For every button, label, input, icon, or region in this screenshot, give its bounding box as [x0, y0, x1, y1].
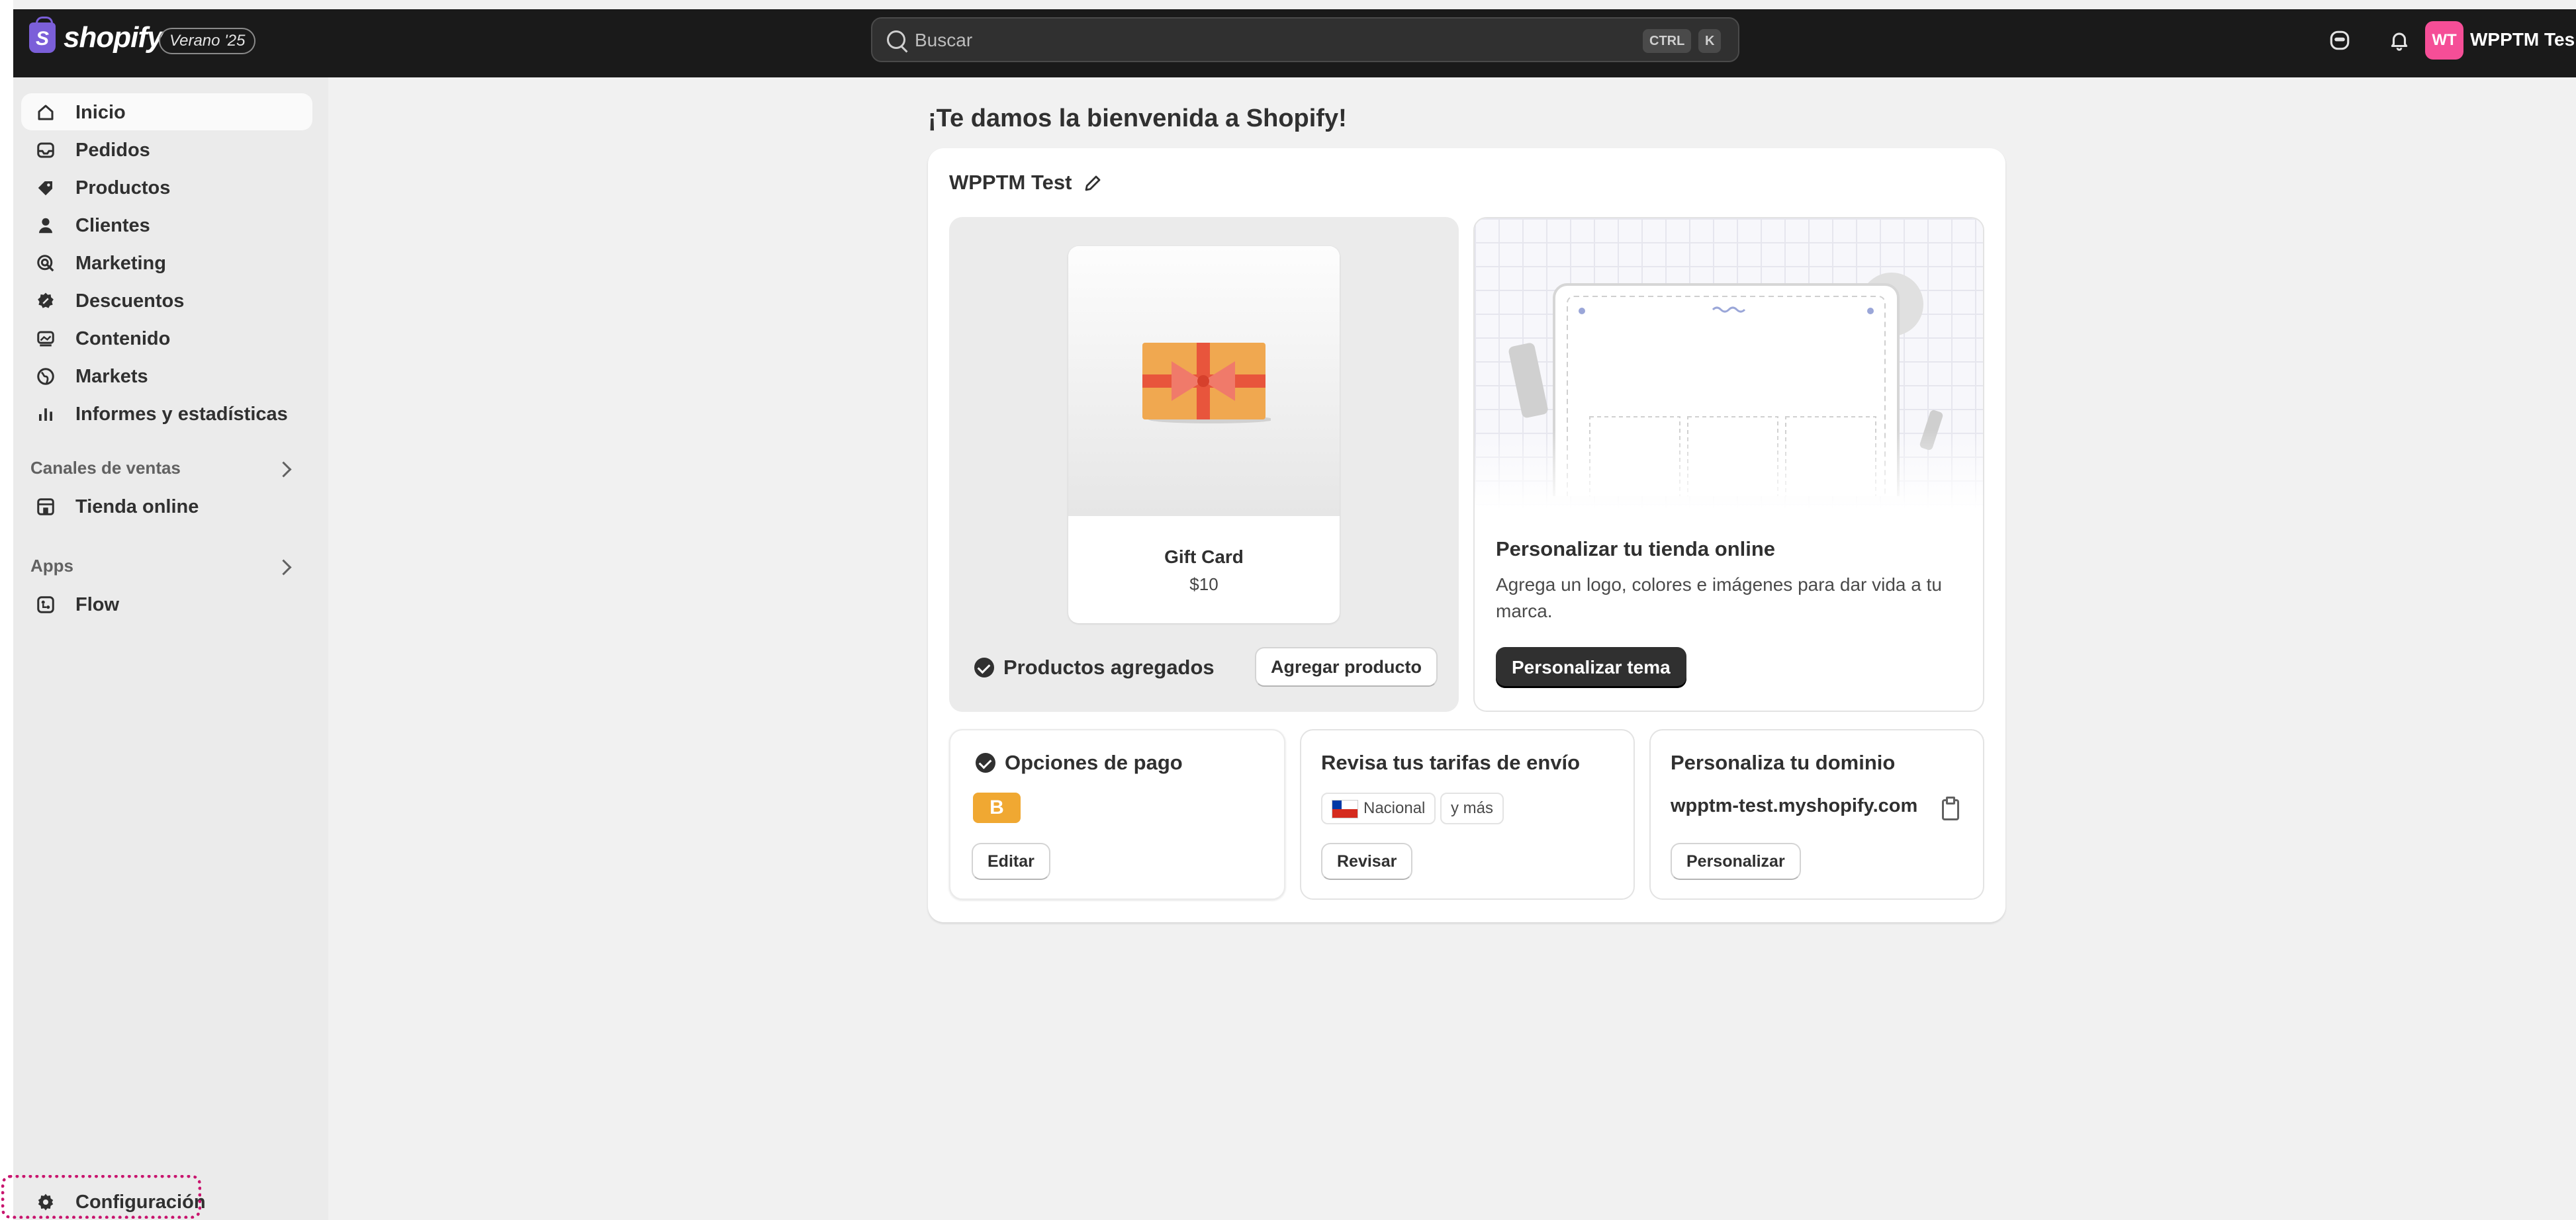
- notifications-bell-icon[interactable]: [2388, 29, 2411, 52]
- domain-value: wpptm-test.myshopify.com: [1671, 795, 1918, 816]
- page-title: ¡Te damos la bienvenida a Shopify!: [928, 105, 1347, 132]
- sidebar-item-contenido[interactable]: Contenido: [21, 320, 312, 357]
- theme-illustration: [1475, 218, 1983, 509]
- sales-channels-heading[interactable]: Canales de ventas: [30, 458, 181, 478]
- edit-payment-button[interactable]: Editar: [972, 843, 1050, 880]
- shortcut-ctrl-key: CTRL: [1643, 29, 1692, 53]
- chile-flag-icon: [1332, 799, 1358, 818]
- store-icon: [37, 498, 54, 515]
- top-bar: S shopify Verano '25 CTRL K WT WPPTM Tes: [13, 9, 2576, 77]
- focus-highlight: [1, 1175, 201, 1219]
- sidebar-item-clientes[interactable]: Clientes: [21, 206, 312, 243]
- sidebar-item-label: Descuentos: [75, 290, 185, 312]
- sidebar-item-label: Clientes: [75, 215, 150, 236]
- store-title: WPPTM Test: [949, 171, 1072, 194]
- window-edge: [0, 0, 13, 1220]
- shopify-logo-icon[interactable]: S: [29, 17, 56, 53]
- gift-card-name: Gift Card: [1164, 546, 1244, 567]
- check-circle-icon: [974, 658, 994, 677]
- shipping-title: Revisa tus tarifas de envío: [1321, 751, 1581, 774]
- globe-icon: [37, 368, 54, 385]
- sidebar-item-label: Contenido: [75, 328, 171, 349]
- theme-title: Personalizar tu tienda online: [1496, 537, 1776, 560]
- edition-badge[interactable]: Verano '25: [159, 28, 256, 54]
- sidebar-item-label: Flow: [75, 594, 120, 615]
- pencil-icon[interactable]: [1083, 173, 1103, 193]
- store-name-menu[interactable]: WPPTM Tes: [2470, 29, 2575, 50]
- add-product-button[interactable]: Agregar producto: [1255, 647, 1438, 687]
- customize-domain-button[interactable]: Personalizar: [1671, 843, 1801, 880]
- customize-theme-button[interactable]: Personalizar tema: [1496, 647, 1686, 688]
- shipping-zone-label: Nacional: [1363, 799, 1426, 817]
- person-icon: [39, 218, 52, 234]
- sidebar-item-informes[interactable]: Informes y estadísticas: [21, 395, 312, 432]
- chevron-right-icon[interactable]: [275, 559, 292, 576]
- copy-clipboard-icon[interactable]: [1942, 797, 1959, 820]
- sidebar-item-label: Pedidos: [75, 140, 150, 161]
- shipping-zone-pill: Nacional: [1321, 793, 1436, 824]
- gift-card-image: [1068, 246, 1340, 516]
- sidekick-icon[interactable]: [2328, 29, 2351, 52]
- search-icon: [887, 30, 905, 49]
- sidebar-item-label: Inicio: [75, 102, 126, 123]
- sidebar-item-label: Productos: [75, 177, 171, 198]
- domain-card: Personaliza tu dominio wpptm-test.myshop…: [1649, 729, 1984, 900]
- sidebar-item-label: Informes y estadísticas: [75, 404, 288, 425]
- apps-heading[interactable]: Apps: [30, 556, 73, 576]
- sidebar-item-tienda-online[interactable]: Tienda online: [21, 488, 312, 525]
- tag-icon: [38, 181, 52, 196]
- theme-preview-icon: [1508, 273, 1943, 496]
- sidebar-item-productos[interactable]: Productos: [21, 169, 312, 206]
- home-icon: [38, 105, 54, 120]
- payment-title: Opciones de pago: [1005, 751, 1183, 774]
- gift-card-product[interactable]: Gift Card $10: [1068, 246, 1340, 623]
- theme-panel: [1473, 217, 1984, 712]
- sidebar-item-marketing[interactable]: Marketing: [21, 244, 312, 281]
- search-bar[interactable]: CTRL K: [871, 17, 1739, 62]
- gift-card-price: $10: [1189, 574, 1219, 594]
- sidebar-item-inicio[interactable]: Inicio: [21, 93, 312, 130]
- chart-icon: [39, 408, 52, 421]
- logo-letter: S: [35, 28, 49, 50]
- shipping-more-pill: y más: [1440, 793, 1504, 824]
- sidebar-item-flow[interactable]: Flow: [21, 586, 312, 623]
- sidebar: Inicio Pedidos Productos Clientes Market…: [13, 77, 328, 1220]
- sidebar-item-pedidos[interactable]: Pedidos: [21, 131, 312, 168]
- sidebar-item-label: Tienda online: [75, 496, 199, 517]
- theme-description-line2: marca.: [1496, 601, 1553, 621]
- brand-name[interactable]: shopify: [64, 21, 163, 54]
- discount-icon: [38, 292, 54, 308]
- shortcut-k-key: K: [1698, 29, 1722, 53]
- review-shipping-button[interactable]: Revisar: [1321, 843, 1413, 880]
- chevron-right-icon[interactable]: [275, 461, 292, 478]
- sidebar-item-label: Marketing: [75, 253, 166, 274]
- payment-card: Opciones de pago B Editar: [949, 729, 1285, 900]
- target-icon: [37, 255, 54, 272]
- products-status: Productos agregados: [1003, 656, 1215, 679]
- theme-description-line1: Agrega un logo, colores e imágenes para …: [1496, 574, 1942, 595]
- search-input[interactable]: [913, 25, 1578, 56]
- avatar[interactable]: WT: [2425, 21, 2463, 60]
- content-icon: [37, 331, 54, 347]
- domain-title: Personaliza tu dominio: [1671, 751, 1896, 774]
- flow-icon: [37, 596, 54, 613]
- sidebar-item-descuentos[interactable]: Descuentos: [21, 282, 312, 319]
- sidebar-item-markets[interactable]: Markets: [21, 357, 312, 394]
- inbox-icon: [37, 142, 54, 158]
- sidebar-item-label: Markets: [75, 366, 148, 387]
- gift-box-icon: [1142, 343, 1271, 423]
- payment-provider-badge: B: [973, 793, 1021, 823]
- shipping-card: Revisa tus tarifas de envío Nacional y m…: [1300, 729, 1635, 900]
- check-circle-icon: [976, 753, 995, 773]
